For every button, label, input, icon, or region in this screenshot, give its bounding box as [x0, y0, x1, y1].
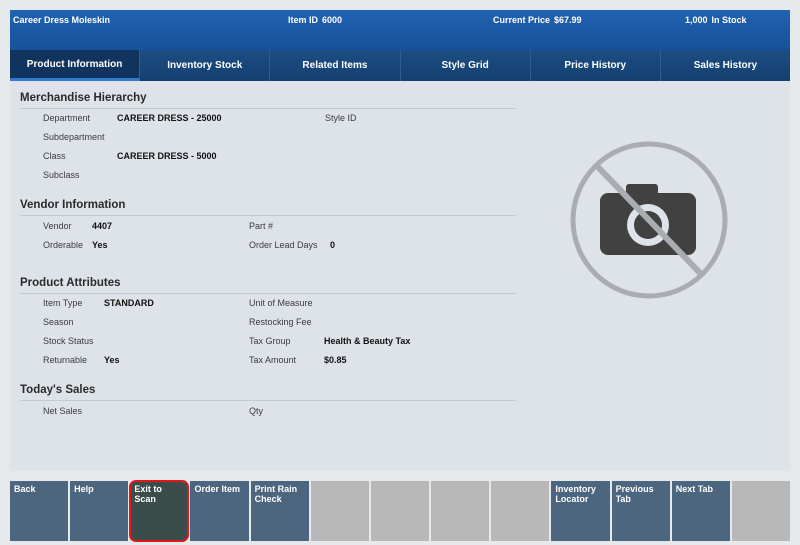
price-value: $67.99	[554, 15, 582, 25]
print-rain-check-button[interactable]: Print Rain Check	[250, 481, 309, 541]
class-value: CAREER DRESS - 5000	[117, 151, 217, 161]
no-image-camera-icon	[570, 141, 728, 299]
item-header: Career Dress Moleskin Item ID 6000 Curren…	[10, 10, 790, 50]
item-id-label: Item ID	[288, 15, 319, 25]
product-attributes-title: Product Attributes	[20, 277, 121, 289]
subdepartment-label: Subdepartment	[43, 132, 105, 142]
product-name: Career Dress Moleskin	[13, 15, 111, 25]
merchandise-hierarchy-title: Merchandise Hierarchy	[20, 92, 147, 104]
tab-inventory-stock[interactable]: Inventory Stock	[140, 50, 271, 81]
function-key-bar: Back Help Exit to Scan Order Item Print …	[10, 480, 791, 542]
tax-amount-label: Tax Amount	[249, 355, 297, 365]
returnable-label: Returnable	[43, 355, 88, 365]
help-button[interactable]: Help	[70, 481, 129, 541]
department-label: Department	[43, 113, 91, 123]
stock-status-label: Stock Status	[43, 336, 94, 346]
subclass-label: Subclass	[43, 170, 80, 180]
order-item-button[interactable]: Order Item	[190, 481, 249, 541]
unit-of-measure-label: Unit of Measure	[249, 298, 313, 308]
class-label: Class	[43, 151, 66, 161]
order-lead-days-value: 0	[330, 240, 336, 250]
style-id-label: Style ID	[325, 113, 357, 123]
orderable-value: Yes	[92, 240, 108, 250]
vendor-information-title: Vendor Information	[20, 199, 126, 211]
tax-amount-value: $0.85	[324, 355, 347, 365]
previous-tab-button[interactable]: Previous Tab	[611, 481, 670, 541]
item-type-value: STANDARD	[104, 298, 154, 308]
section-divider	[20, 293, 516, 294]
qty-label: Qty	[249, 406, 264, 416]
stock-group: 1,000 In Stock	[685, 15, 747, 25]
department-value: CAREER DRESS - 25000	[117, 113, 222, 123]
order-lead-days-label: Order Lead Days	[249, 240, 318, 250]
exit-to-scan-button[interactable]: Exit to Scan	[129, 480, 190, 542]
price-label: Current Price	[493, 15, 551, 25]
inventory-locator-button[interactable]: Inventory Locator	[551, 481, 610, 541]
next-tab-button[interactable]: Next Tab	[671, 481, 730, 541]
tax-group-value: Health & Beauty Tax	[324, 336, 411, 346]
product-information-panel: Merchandise Hierarchy Department CAREER …	[10, 81, 790, 471]
stock-qty: 1,000	[685, 15, 708, 25]
empty-function-button	[491, 481, 550, 541]
part-number-label: Part #	[249, 221, 274, 231]
tab-sales-history[interactable]: Sales History	[660, 50, 791, 81]
empty-function-button	[310, 481, 369, 541]
tab-price-history[interactable]: Price History	[530, 50, 661, 81]
tab-related-items[interactable]: Related Items	[270, 50, 401, 81]
item-id-value: 6000	[322, 15, 343, 25]
empty-function-button	[431, 481, 490, 541]
tab-bar: Product Information Inventory Stock Rela…	[10, 50, 791, 81]
item-id-group: Item ID 6000	[288, 15, 342, 25]
orderable-label: Orderable	[43, 240, 84, 250]
section-divider	[20, 108, 516, 109]
section-divider	[20, 400, 516, 401]
item-type-label: Item Type	[43, 298, 83, 308]
tab-style-grid[interactable]: Style Grid	[400, 50, 531, 81]
section-divider	[20, 215, 516, 216]
stock-label: In Stock	[711, 15, 747, 25]
net-sales-label: Net Sales	[43, 406, 83, 416]
vendor-label: Vendor	[43, 221, 72, 231]
restocking-fee-label: Restocking Fee	[249, 317, 312, 327]
season-label: Season	[43, 317, 74, 327]
tax-group-label: Tax Group	[249, 336, 291, 346]
vendor-value: 4407	[92, 221, 113, 231]
tab-product-information[interactable]: Product Information	[10, 50, 141, 81]
price-group: Current Price $67.99	[493, 15, 582, 25]
todays-sales-title: Today's Sales	[20, 384, 96, 396]
empty-function-button	[370, 481, 430, 541]
returnable-value: Yes	[104, 355, 120, 365]
back-button[interactable]: Back	[10, 481, 69, 541]
empty-function-button	[731, 481, 791, 541]
